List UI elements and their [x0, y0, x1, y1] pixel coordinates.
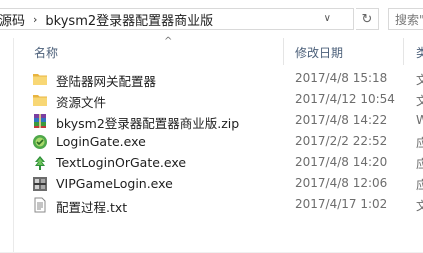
address-bar-row: 源码 › bkysm2登录器配置器商业版 ∨ ↻ 搜索": [0, 0, 423, 38]
logingate-app-icon: [33, 135, 47, 149]
breadcrumb-current-folder[interactable]: bkysm2登录器配置器商业版: [45, 10, 213, 29]
file-name: 登陆器网关配置器: [56, 74, 157, 89]
file-type: 应: [416, 178, 423, 192]
search-input[interactable]: 搜索": [388, 8, 423, 30]
search-placeholder: 搜索": [395, 12, 423, 27]
column-header-modified[interactable]: 修改日期: [295, 44, 343, 61]
breadcrumb-source[interactable]: 源码: [0, 10, 25, 29]
file-row[interactable]: TextLoginOrGate.exe 2017/4/8 14:20 应: [14, 152, 423, 173]
file-row[interactable]: 资源文件 2017/4/12 10:54 文: [14, 89, 423, 110]
refresh-button[interactable]: ↻: [356, 8, 379, 30]
file-type: 文: [416, 73, 423, 87]
file-row[interactable]: LoginGate.exe 2017/2/2 22:52 应: [14, 131, 423, 152]
folder-icon: [33, 74, 47, 85]
vipgame-app-icon: [33, 177, 47, 191]
column-header-type[interactable]: 类: [416, 44, 423, 61]
file-type: 文: [416, 94, 423, 108]
breadcrumb-separator-icon[interactable]: ›: [33, 13, 37, 26]
column-divider[interactable]: [403, 38, 404, 65]
file-modified-date: 2017/4/12 10:54: [295, 92, 395, 106]
text-document-icon: [34, 197, 46, 213]
navigation-pane-edge: [0, 38, 14, 253]
zip-archive-icon: [34, 114, 46, 128]
file-type: 文: [416, 199, 423, 213]
file-name: bkysm2登录器配置器商业版.zip: [56, 116, 240, 131]
file-list: 登陆器网关配置器 2017/4/8 15:18 文 资源文件 2017/4/12…: [14, 68, 423, 215]
column-header-name[interactable]: 名称: [34, 44, 58, 61]
file-modified-date: 2017/4/8 14:22: [295, 113, 388, 127]
file-name: 资源文件: [56, 95, 107, 110]
file-row[interactable]: 登陆器网关配置器 2017/4/8 15:18 文: [14, 68, 423, 89]
file-type: 应: [416, 136, 423, 150]
file-modified-date: 2017/4/8 12:06: [295, 176, 388, 190]
file-row[interactable]: 配置过程.txt 2017/4/17 1:02 文: [14, 194, 423, 215]
file-modified-date: 2017/4/8 15:18: [295, 71, 388, 85]
file-type: W: [416, 113, 423, 127]
file-name: TextLoginOrGate.exe: [56, 155, 187, 170]
file-row[interactable]: bkysm2登录器配置器商业版.zip 2017/4/8 14:22 W: [14, 110, 423, 131]
file-type: 应: [416, 157, 423, 171]
refresh-icon: ↻: [361, 11, 373, 27]
file-modified-date: 2017/2/2 22:52: [295, 134, 388, 148]
folder-icon: [33, 95, 47, 106]
file-row[interactable]: VIPGameLogin.exe 2017/4/8 12:06 应: [14, 173, 423, 194]
file-modified-date: 2017/4/8 14:20: [295, 155, 388, 169]
file-name: LoginGate.exe: [56, 134, 146, 149]
address-history-dropdown-icon[interactable]: ∨: [324, 13, 331, 24]
file-modified-date: 2017/4/17 1:02: [295, 197, 388, 211]
sort-ascending-icon: ^: [164, 36, 173, 47]
address-bar[interactable]: 源码 › bkysm2登录器配置器商业版 ∨: [0, 8, 354, 30]
file-name: 配置过程.txt: [56, 200, 128, 215]
tree-app-icon: [35, 156, 45, 170]
column-header-row: ^ 名称 修改日期 类: [14, 36, 423, 65]
column-divider[interactable]: [283, 38, 284, 65]
file-name: VIPGameLogin.exe: [56, 176, 173, 191]
